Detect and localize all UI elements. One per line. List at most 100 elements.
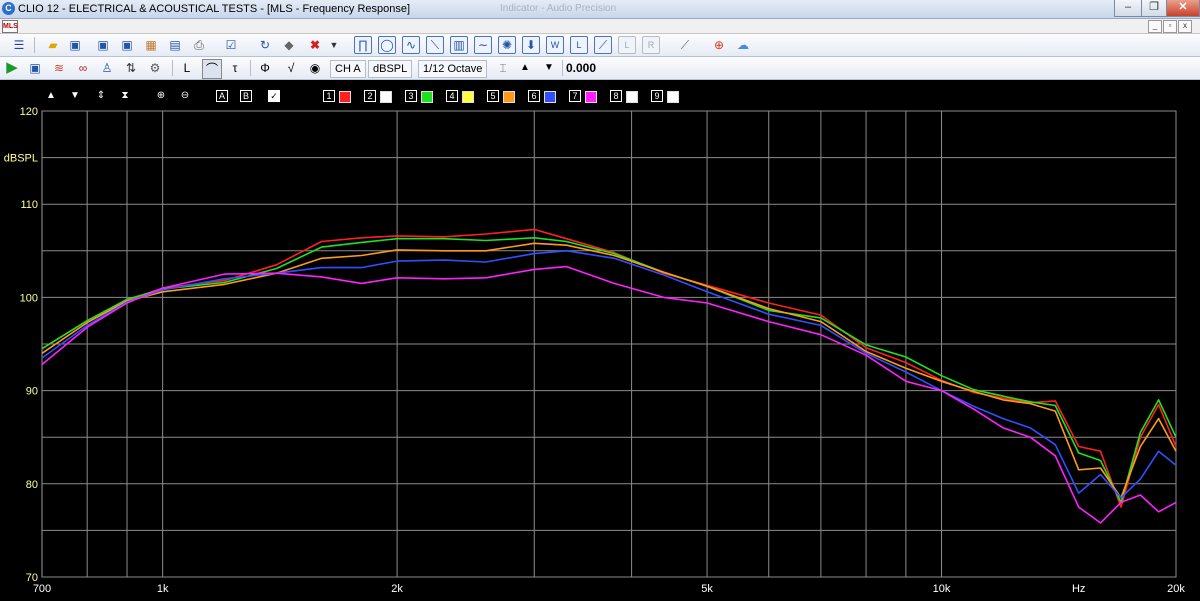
- plot-panel: 700 1k 2k 5k 10k Hz 20k 120 110 100 90 80 70 dBSPL ▲ …: [0, 80, 1200, 601]
- waveform-icon[interactable]: ∼: [474, 36, 492, 54]
- curve-7-button[interactable]: 7: [569, 90, 581, 102]
- curve-8-button[interactable]: 8: [610, 90, 622, 102]
- refresh-icon[interactable]: ↻: [256, 36, 274, 54]
- expand-icon[interactable]: ⇕: [96, 90, 106, 102]
- toolbar-separator: [34, 37, 35, 53]
- lr-icon[interactable]: L: [618, 36, 636, 54]
- mdi-minimize-button[interactable]: _: [1148, 20, 1162, 33]
- multimeter-icon[interactable]: ▥: [450, 36, 468, 54]
- save-icon[interactable]: ▣: [66, 36, 84, 54]
- channel-selector[interactable]: CH A: [330, 60, 366, 78]
- x-tick-label: Hz: [1072, 583, 1085, 595]
- leq-icon[interactable]: L: [570, 36, 588, 54]
- play-icon[interactable]: ▶: [3, 59, 21, 77]
- curve-8-color-swatch[interactable]: [626, 91, 638, 103]
- curve-1-color-swatch[interactable]: [339, 91, 351, 103]
- cloud-help-icon[interactable]: ☁: [734, 36, 752, 54]
- arrow-down-icon[interactable]: ▼: [540, 59, 558, 77]
- settings-gear-icon[interactable]: ⚙: [146, 59, 164, 77]
- y-tick-label: 110: [20, 199, 38, 211]
- marker-b-button[interactable]: B: [240, 90, 252, 102]
- title-bar: C CLIO 12 - ELECTRICAL & ACOUSTICAL TEST…: [0, 0, 1200, 19]
- mdi-close-button[interactable]: x: [1178, 20, 1192, 33]
- multicolor-icon[interactable]: ≋: [50, 59, 68, 77]
- y-axis-label: dBSPL: [4, 153, 38, 165]
- curve-3-button[interactable]: 3: [405, 90, 417, 102]
- measurement-toolbar: ▶ ▣ ≋ ∞ ♙ ⇅ ⚙ L ⌒ τ Φ √ ◉ CH A dBSPL 1/1…: [0, 57, 1200, 80]
- ruler-icon[interactable]: ⟋: [676, 36, 694, 54]
- smoothing-curve-icon[interactable]: ⌒: [202, 59, 222, 79]
- menu-icon[interactable]: ☰: [10, 36, 28, 54]
- chevron-down-icon[interactable]: ▼: [325, 36, 343, 54]
- save-as-icon[interactable]: ▣: [94, 36, 112, 54]
- curve-2-color-swatch[interactable]: [380, 91, 392, 103]
- dial-icon[interactable]: ◉: [306, 59, 324, 77]
- curve-9-color-swatch[interactable]: [667, 91, 679, 103]
- contract-icon[interactable]: ⧗: [120, 90, 130, 102]
- x-tick-label: 5k: [701, 583, 713, 595]
- microphone-icon[interactable]: Φ: [256, 59, 274, 77]
- arrows-icon[interactable]: ⇅: [122, 59, 140, 77]
- delete-icon[interactable]: ✖: [306, 36, 324, 54]
- scale-up-icon[interactable]: ▲: [46, 90, 56, 102]
- cursor-icon[interactable]: ⌶: [494, 59, 512, 77]
- filter-icon[interactable]: √: [282, 59, 300, 77]
- curve-5-color-swatch[interactable]: [503, 91, 515, 103]
- impulse-icon[interactable]: L: [178, 59, 196, 77]
- close-button[interactable]: ✕: [1166, 0, 1200, 17]
- toolbar-separator: [172, 60, 173, 76]
- save-all-icon[interactable]: ▣: [118, 36, 136, 54]
- checklist-icon[interactable]: ☑: [222, 36, 240, 54]
- y-tick-label: 90: [26, 386, 38, 398]
- marker-a-button[interactable]: A: [216, 90, 228, 102]
- download-icon[interactable]: ⬇: [522, 36, 540, 54]
- minimize-button[interactable]: –: [1114, 0, 1142, 17]
- curve-1-button[interactable]: 1: [323, 90, 335, 102]
- wf-icon[interactable]: W: [546, 36, 564, 54]
- polar-icon[interactable]: ✺: [498, 36, 516, 54]
- smoothing-selector[interactable]: 1/12 Octave: [418, 60, 488, 78]
- curve-5-button[interactable]: 5: [487, 90, 499, 102]
- zoom-in-icon[interactable]: ⊕: [154, 90, 168, 102]
- document-icon[interactable]: MLS: [2, 20, 18, 33]
- sinusoidal-icon[interactable]: ◯: [378, 36, 396, 54]
- zoom-out-icon[interactable]: ⊖: [178, 90, 192, 102]
- maximize-button[interactable]: ❐: [1141, 0, 1167, 17]
- rc-icon[interactable]: R: [642, 36, 660, 54]
- eraser-icon[interactable]: ◆: [280, 36, 298, 54]
- export-image-icon[interactable]: ▦: [142, 36, 160, 54]
- plot-toolbar: ▲ ▼ ⇕ ⧗ ⊕ ⊖ A B ✓ 1 2 3 4 5 6 7 8 9: [0, 88, 1200, 106]
- curve-7-color-swatch[interactable]: [585, 91, 597, 103]
- mdi-restore-button[interactable]: ▫: [1163, 20, 1177, 33]
- frequency-response-chart[interactable]: 700 1k 2k 5k 10k Hz 20k 120 110 100 90 80 70 dBSPL: [0, 80, 1200, 601]
- save-measure-icon[interactable]: ▣: [26, 59, 44, 77]
- fft-icon[interactable]: ∿: [402, 36, 420, 54]
- curve-4-color-swatch[interactable]: [462, 91, 474, 103]
- window-center-text: Indicator - Audio Precision: [500, 3, 617, 14]
- scale-down-icon[interactable]: ▼: [70, 90, 80, 102]
- x-tick-label: 700: [33, 583, 51, 595]
- microphone-stand-icon[interactable]: ♙: [98, 59, 116, 77]
- phase-icon[interactable]: τ: [226, 59, 244, 77]
- calendar-icon[interactable]: ▤: [166, 36, 184, 54]
- print-icon[interactable]: ⎙: [190, 36, 208, 54]
- sweep-icon[interactable]: ⟍: [426, 36, 444, 54]
- open-folder-icon[interactable]: ▰: [44, 36, 62, 54]
- curve-6-button[interactable]: 6: [528, 90, 540, 102]
- x-tick-label: 20k: [1167, 583, 1185, 595]
- toolbar-separator: [250, 60, 251, 76]
- checkbox-icon[interactable]: ✓: [268, 90, 280, 102]
- curve-9-button[interactable]: 9: [651, 90, 663, 102]
- units-selector[interactable]: dBSPL: [368, 60, 413, 78]
- help-lifebuoy-icon[interactable]: ⊕: [710, 36, 728, 54]
- mls-icon[interactable]: ∏: [354, 36, 372, 54]
- curve-4-button[interactable]: 4: [446, 90, 458, 102]
- curve-3-color-swatch[interactable]: [421, 91, 433, 103]
- y-tick-label: 70: [26, 572, 38, 584]
- loop-icon[interactable]: ∞: [74, 59, 92, 77]
- linear-icon[interactable]: ⟋: [594, 36, 612, 54]
- curve-6-color-swatch[interactable]: [544, 91, 556, 103]
- arrow-up-icon[interactable]: ▲: [516, 59, 534, 77]
- main-toolbar: ☰ ▰ ▣ ▣ ▣ ▦ ▤ ⎙ ☑ ↻ ◆ ✖ ▼ ∏ ◯ ∿ ⟍ ▥ ∼ ✺ …: [0, 34, 1200, 57]
- curve-2-button[interactable]: 2: [364, 90, 376, 102]
